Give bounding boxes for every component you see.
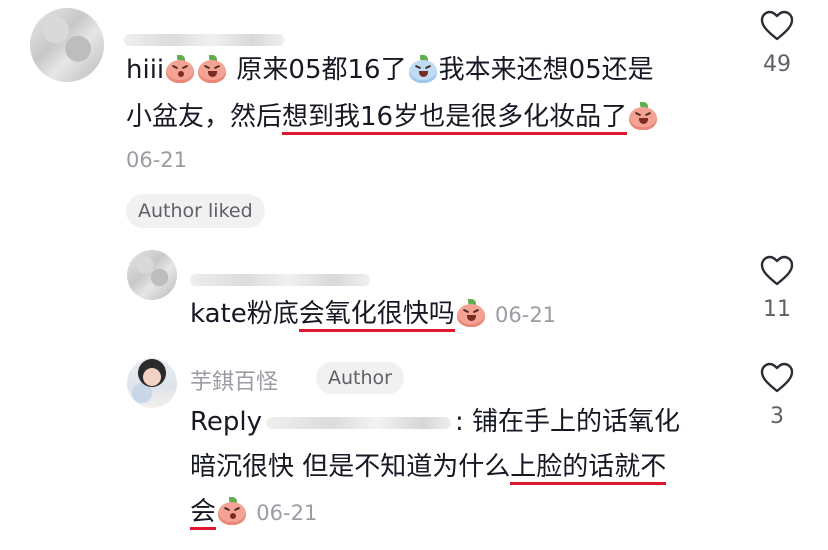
like-count: 11 (763, 297, 791, 322)
avatar[interactable] (127, 358, 177, 408)
reply-text-line-3: 会 06-21 (190, 490, 317, 535)
comment-text: 小盆友，然后 (126, 102, 283, 132)
underlined-text: 会氧化很快吗 (298, 299, 455, 332)
avatar[interactable] (30, 8, 104, 82)
reply-text: kate粉底会氧化很快吗 06-21 (190, 292, 556, 337)
comment-date: 06-21 (256, 501, 318, 525)
like-count: 49 (763, 52, 791, 77)
peach-cover-mouth-emoji (165, 55, 195, 83)
avatar[interactable] (127, 250, 177, 300)
peach-laugh-emoji (628, 102, 658, 130)
peach-cry-emoji (408, 55, 438, 83)
peach-cover-mouth-emoji (217, 497, 247, 525)
heart-outline-icon[interactable] (760, 10, 794, 42)
comment-word: hiii (126, 55, 165, 85)
comment-text: : 铺在手上的话氧化 (455, 407, 681, 437)
comment-date: 06-21 (126, 148, 188, 172)
comment-text-line-1: hiii 原来05都16了 我本来还想05还是 (126, 48, 654, 92)
peach-laugh-emoji (456, 299, 486, 327)
author-liked-badge: Author liked (126, 194, 265, 228)
author-tag: Author (316, 362, 404, 394)
comment-text: kate粉底 (190, 299, 299, 329)
comment-date: 06-21 (495, 303, 557, 327)
reply-text-line-1: Reply : 铺在手上的话氧化 (190, 400, 680, 444)
comment-text-line-2: 小盆友，然后想到我16岁也是很多化妆品了 (126, 95, 659, 139)
username-redacted[interactable] (190, 274, 370, 286)
like-count: 3 (770, 404, 784, 429)
peach-laugh-emoji (197, 55, 227, 83)
underlined-text: 上脸的话就不 (510, 452, 667, 485)
reply-prefix: Reply (190, 407, 263, 437)
underlined-text: 会 (190, 497, 217, 530)
underlined-text: 想到我16岁也是很多化妆品了 (282, 102, 628, 135)
username[interactable]: 芋錤百怪 (190, 364, 278, 396)
reply-text-line-2: 暗沉很快 但是不知道为什么上脸的话就不 (190, 445, 667, 489)
heart-outline-icon[interactable] (760, 255, 794, 287)
heart-outline-icon[interactable] (760, 362, 794, 394)
mentioned-user-redacted[interactable] (266, 416, 452, 429)
comment-text: 我本来还想05还是 (438, 55, 654, 85)
comment-text: 原来05都16了 (236, 55, 407, 85)
username-redacted[interactable] (124, 34, 284, 46)
comment-text: 暗沉很快 但是不知道为什么 (190, 452, 511, 482)
